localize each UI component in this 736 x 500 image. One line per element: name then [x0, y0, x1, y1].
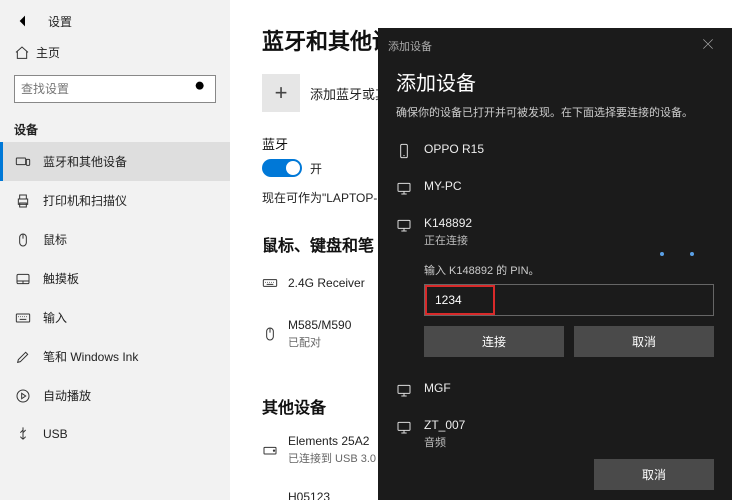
- section-devices-label: 设备: [0, 111, 230, 142]
- close-button[interactable]: [694, 34, 722, 57]
- phone-icon: [396, 143, 412, 159]
- autoplay-icon: [15, 388, 31, 404]
- modal-device-list: MGF ZT_007 音频: [396, 371, 714, 460]
- nav-autoplay[interactable]: 自动播放: [0, 376, 230, 415]
- modal-cancel-button[interactable]: 取消: [594, 459, 714, 490]
- modal-device-item[interactable]: MY-PC: [396, 169, 714, 206]
- printer-icon: [15, 193, 31, 209]
- loading-dots-icon: [660, 252, 694, 256]
- settings-sidebar: 设置 主页 设备 蓝牙和其他设备 打印机和扫描仪 鼠标: [0, 0, 230, 500]
- nav-touchpad[interactable]: 触摸板: [0, 259, 230, 298]
- nav-printers[interactable]: 打印机和扫描仪: [0, 181, 230, 220]
- modal-device-list: OPPO R15 MY-PC K148892 正在连接: [396, 132, 714, 258]
- modal-device-item-active[interactable]: K148892 正在连接: [396, 206, 714, 258]
- pen-icon: [15, 349, 31, 365]
- touchpad-icon: [15, 271, 31, 287]
- monitor-icon: [396, 180, 412, 196]
- monitor-icon: [396, 382, 412, 398]
- modal-titlebar-text: 添加设备: [388, 38, 432, 54]
- keyboard-icon: [15, 310, 31, 326]
- close-icon: [700, 36, 716, 52]
- nav-usb[interactable]: USB: [0, 415, 230, 453]
- mouse-icon: [262, 326, 278, 342]
- modal-device-item[interactable]: OPPO R15: [396, 132, 714, 169]
- devices-icon: [15, 154, 31, 170]
- pin-input[interactable]: 1234: [424, 284, 714, 316]
- settings-title: 设置: [48, 13, 72, 30]
- modal-device-item[interactable]: ZT_007 音频: [396, 408, 714, 460]
- pin-block: 输入 K148892 的 PIN。 1234 连接 取消: [396, 262, 714, 371]
- search-icon: [193, 79, 209, 95]
- mouse-icon: [15, 232, 31, 248]
- modal-heading: 添加设备: [396, 67, 714, 96]
- plus-icon[interactable]: +: [262, 74, 300, 112]
- keyboard-icon: [262, 275, 278, 291]
- search-input[interactable]: [21, 82, 193, 96]
- cancel-button[interactable]: 取消: [574, 326, 714, 357]
- nav-pen[interactable]: 笔和 Windows Ink: [0, 337, 230, 376]
- bluetooth-toggle[interactable]: [262, 159, 302, 177]
- home-nav[interactable]: 主页: [0, 38, 230, 67]
- pin-value: 1234: [429, 289, 491, 311]
- monitor-icon: [396, 419, 412, 435]
- settings-nav-list: 蓝牙和其他设备 打印机和扫描仪 鼠标 触摸板 输入 笔和 Windows Ink: [0, 142, 230, 453]
- home-icon: [14, 45, 30, 61]
- nav-mouse[interactable]: 鼠标: [0, 220, 230, 259]
- back-button[interactable]: [14, 12, 32, 30]
- bluetooth-on-label: 开: [310, 160, 322, 177]
- nav-bluetooth-devices[interactable]: 蓝牙和其他设备: [0, 142, 230, 181]
- add-device-modal: 添加设备 添加设备 确保你的设备已打开并可被发现。在下面选择要连接的设备。 OP…: [378, 28, 732, 500]
- usb-icon: [15, 426, 31, 442]
- monitor-icon: [396, 217, 412, 233]
- modal-device-item[interactable]: MGF: [396, 371, 714, 408]
- connect-button[interactable]: 连接: [424, 326, 564, 357]
- home-label: 主页: [36, 44, 60, 61]
- modal-desc: 确保你的设备已打开并可被发现。在下面选择要连接的设备。: [396, 104, 714, 120]
- pin-label: 输入 K148892 的 PIN。: [424, 262, 714, 278]
- arrow-left-icon: [15, 13, 31, 29]
- nav-typing[interactable]: 输入: [0, 298, 230, 337]
- settings-search[interactable]: [14, 75, 216, 103]
- drive-icon: [262, 442, 278, 458]
